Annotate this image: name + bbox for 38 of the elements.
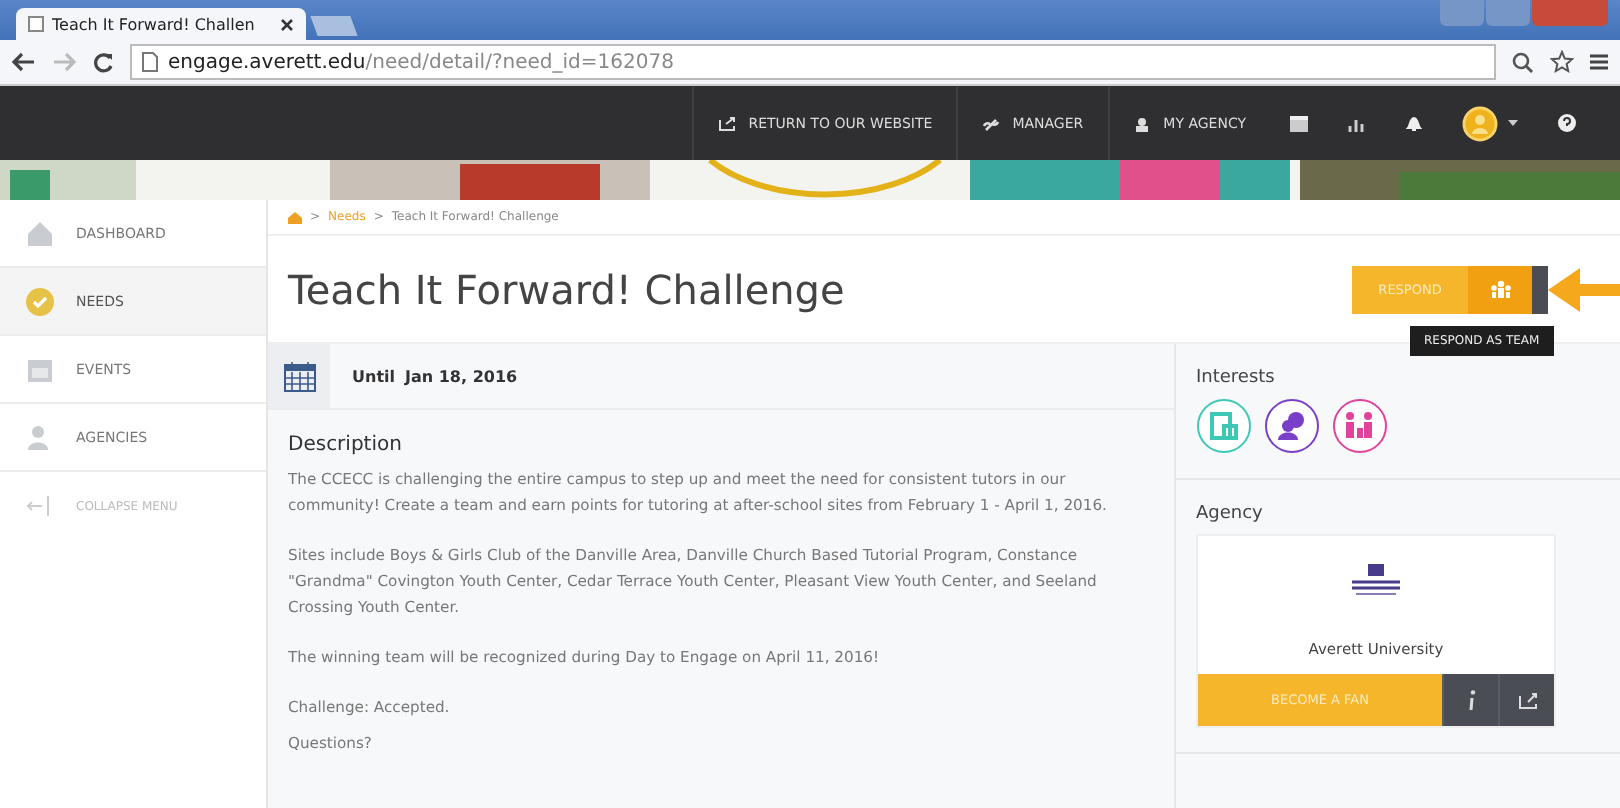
calendar-icon — [283, 361, 315, 391]
section-heading: Description — [288, 434, 404, 456]
check-icon — [26, 287, 54, 315]
menu-icon[interactable] — [1590, 52, 1608, 72]
avatar-icon[interactable] — [1462, 105, 1498, 141]
calendar-icon — [26, 355, 54, 383]
close-icon[interactable] — [280, 17, 294, 31]
person-icon — [26, 423, 54, 451]
logo-icon — [1348, 564, 1404, 596]
share-icon — [718, 115, 737, 131]
page-icon — [28, 16, 44, 32]
help-icon[interactable] — [1558, 114, 1576, 132]
address-field[interactable]: engage.averett.edu/need/detail/?need_id=162078 — [130, 44, 1496, 80]
caret-icon[interactable] — [1508, 120, 1518, 126]
page-title: Teach It Forward! Challenge — [288, 265, 845, 313]
share-button[interactable] — [1498, 674, 1554, 726]
browser-tab[interactable]: Teach It Forward! Challen — [16, 8, 306, 40]
team-icon — [1489, 280, 1511, 298]
bell-icon[interactable] — [1406, 114, 1422, 132]
pointer-arrow-icon — [1548, 267, 1620, 311]
date-value: Jan 18, 2016 — [405, 367, 518, 385]
person-icon — [1133, 115, 1152, 131]
calendar-icon[interactable] — [1290, 115, 1308, 131]
star-icon[interactable] — [1550, 50, 1574, 74]
date-label: Until — [352, 367, 395, 385]
back-icon[interactable] — [12, 52, 36, 72]
section-heading: Agency — [1196, 504, 1265, 524]
home-icon — [26, 219, 54, 247]
share-icon — [1517, 691, 1537, 709]
collapse-arrow-icon — [26, 496, 54, 516]
zoom-icon[interactable] — [1512, 51, 1534, 73]
page-icon — [142, 52, 158, 72]
speaker-icon[interactable] — [1264, 398, 1320, 454]
reload-icon[interactable] — [92, 51, 114, 73]
chart-icon[interactable] — [1348, 115, 1366, 131]
info-icon — [1467, 690, 1475, 710]
more-button[interactable] — [1532, 265, 1548, 313]
section-heading: Interests — [1196, 368, 1277, 388]
